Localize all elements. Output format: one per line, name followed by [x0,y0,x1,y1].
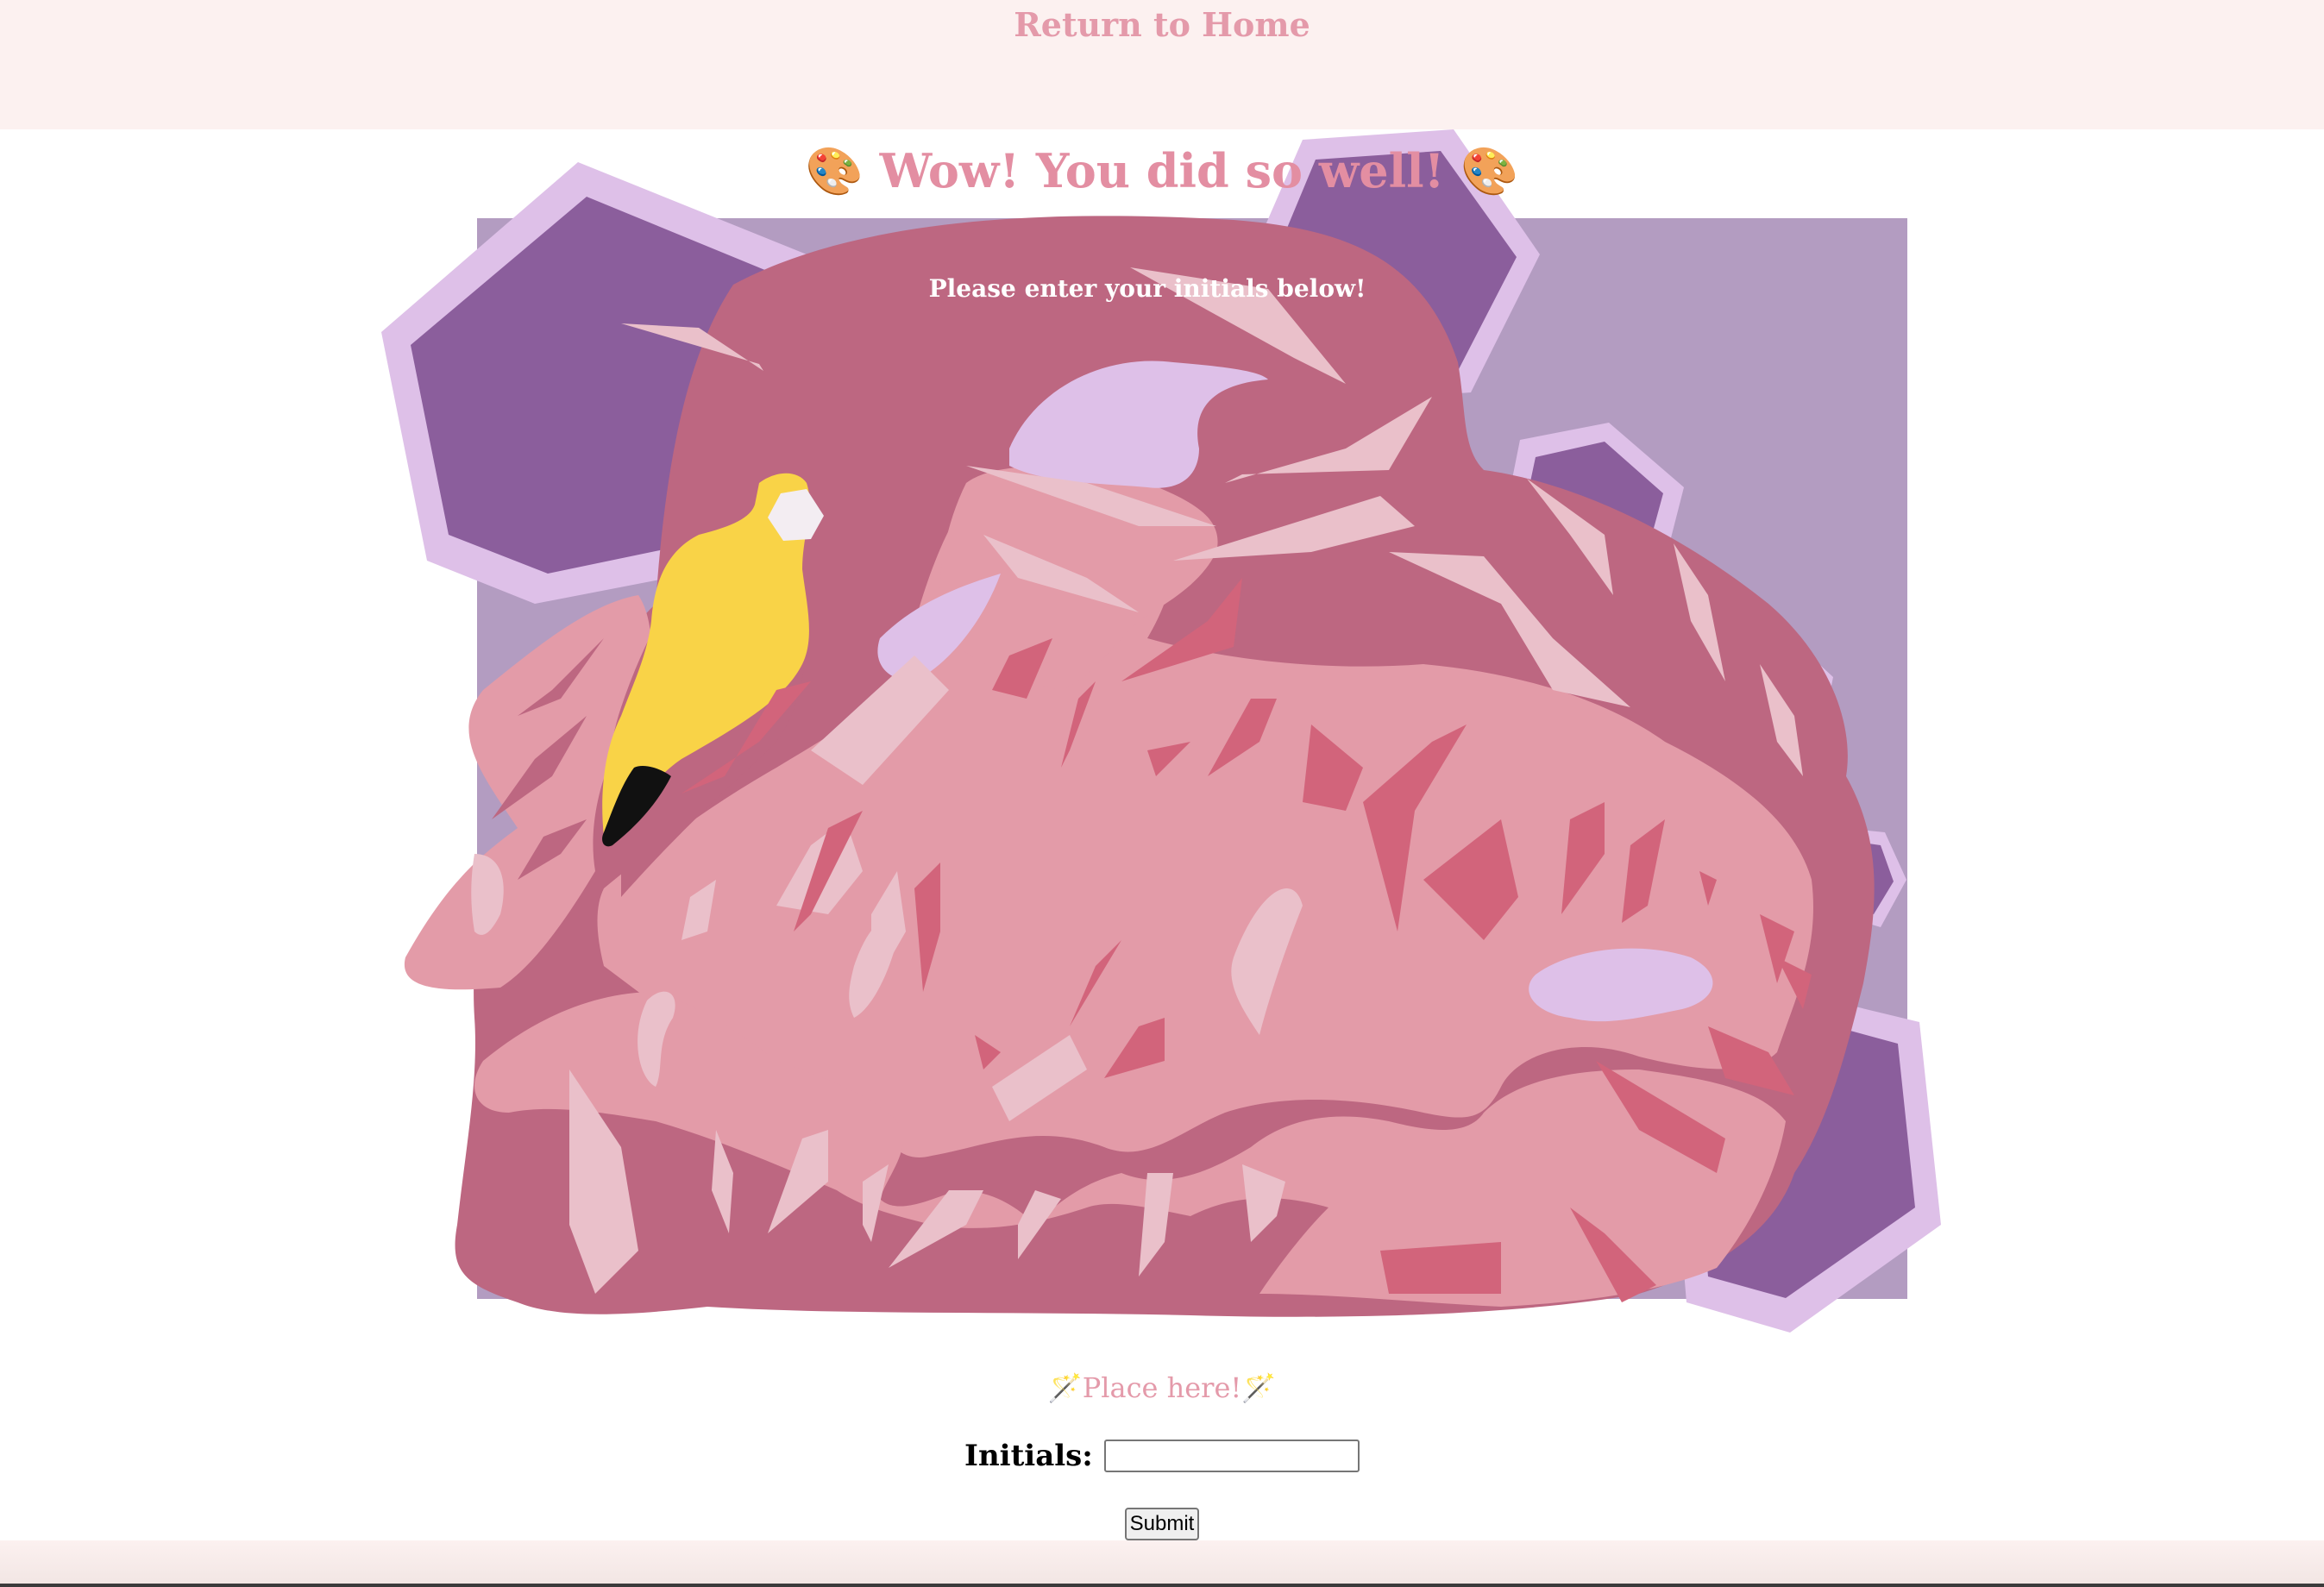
initials-form-row: Initials: [0,1439,2324,1473]
magic-wand-icon: 🪄 [1241,1371,1277,1404]
place-here-caption: 🪄Place here!🪄 [0,1371,2324,1404]
submit-row: Submit [0,1508,2324,1540]
footer-divider [0,1584,2324,1587]
submit-button[interactable]: Submit [1124,1508,1200,1540]
place-here-text: Place here! [1082,1371,1242,1404]
initials-label: Initials: [964,1439,1093,1473]
footer-bar [0,1540,2324,1584]
initials-input[interactable] [1103,1440,1360,1472]
flamingo-artwork [381,129,1941,1333]
page-title: 🎨 Wow! You did so well! 🎨 [0,143,2324,199]
magic-wand-icon: 🪄 [1047,1371,1083,1404]
instructions-text: Please enter your initials below! [928,274,1366,303]
page-title-text: Wow! You did so well! [879,143,1445,198]
palette-icon: 🎨 [805,144,864,198]
palette-icon: 🎨 [1460,144,1519,198]
